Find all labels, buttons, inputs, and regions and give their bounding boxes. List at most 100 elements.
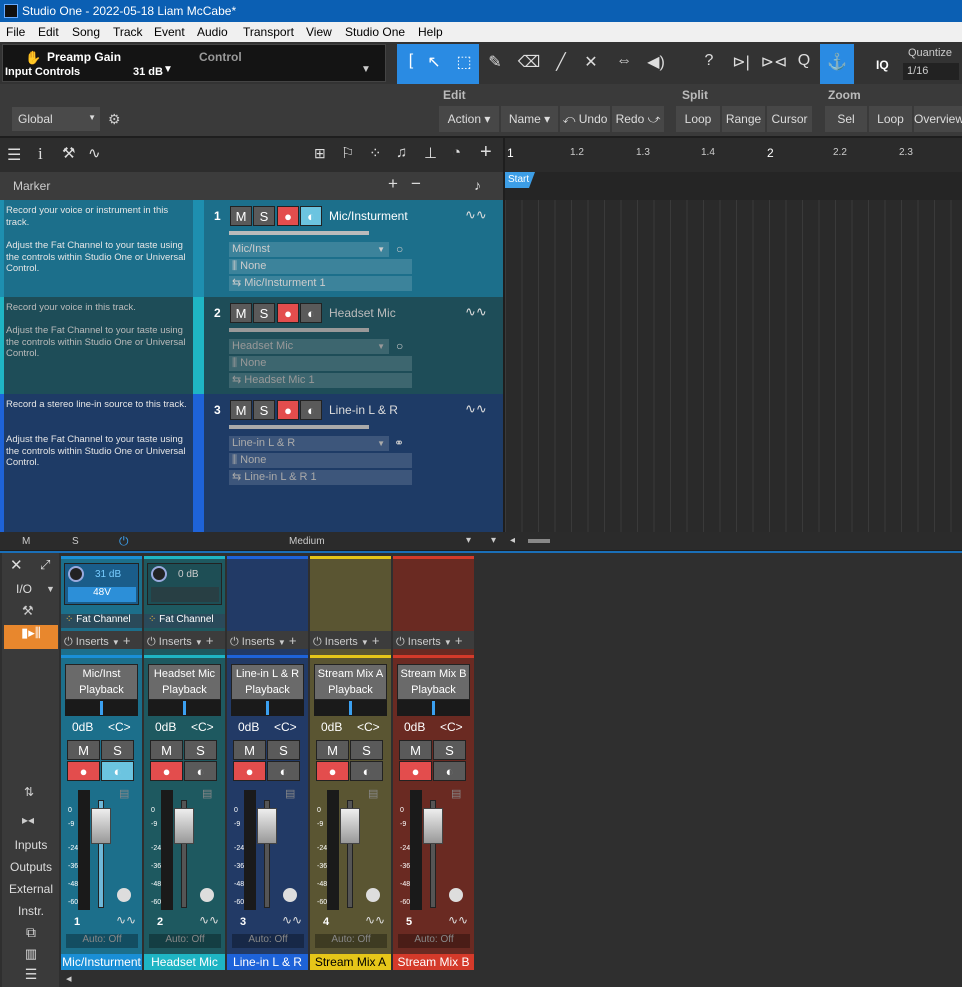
external-button[interactable]: External bbox=[4, 882, 58, 896]
input-state-icon[interactable]: ○ bbox=[396, 242, 403, 256]
menu-edit[interactable]: Edit bbox=[38, 25, 59, 39]
monitor-button[interactable]: ◐ bbox=[300, 303, 322, 323]
waveform-icon[interactable]: ∿∿ bbox=[199, 913, 219, 927]
channel-select[interactable]: ⇆ Headset Mic 1 bbox=[229, 373, 412, 388]
channel-name[interactable]: Stream Mix B bbox=[393, 954, 474, 970]
instr-button[interactable]: Instr. bbox=[4, 904, 58, 918]
monitor-button[interactable]: ◐ bbox=[350, 761, 383, 781]
output-button[interactable]: Mic/Inst Playback bbox=[65, 664, 138, 700]
mute-button[interactable]: M bbox=[233, 740, 266, 760]
volume-fader[interactable] bbox=[91, 808, 111, 844]
split-cursor-button[interactable]: Cursor bbox=[767, 106, 812, 132]
add-insert-icon[interactable]: + bbox=[289, 633, 297, 648]
link-icon[interactable]: ⚭ bbox=[394, 436, 404, 450]
input-select[interactable]: Headset Mic ▼ bbox=[229, 339, 389, 354]
solo-button[interactable]: S bbox=[184, 740, 217, 760]
zoom-sel-button[interactable]: Sel bbox=[825, 106, 867, 132]
solo-button[interactable]: S bbox=[253, 206, 275, 226]
split-tool-icon[interactable]: ⇔ bbox=[610, 52, 638, 70]
scroll-arrow-icon[interactable]: ◂ bbox=[510, 535, 515, 546]
remove-marker-icon[interactable]: − bbox=[411, 174, 421, 194]
undo-button[interactable]: ⤺ Undo bbox=[560, 106, 610, 132]
output-button[interactable]: Stream Mix A Playback bbox=[314, 664, 387, 700]
volume-readout[interactable]: 0dB bbox=[155, 720, 176, 734]
mute-tool-icon[interactable]: ✕ bbox=[577, 52, 605, 72]
arrow-updown-icon[interactable]: ⇅ bbox=[24, 785, 34, 799]
zoom-loop-button[interactable]: Loop bbox=[869, 106, 912, 132]
inserts-bar[interactable]: ⏻ Inserts ▼ + bbox=[227, 631, 308, 649]
scroll-left-icon[interactable]: ◂ bbox=[66, 972, 72, 985]
outputs-button[interactable]: Outputs bbox=[4, 860, 58, 874]
info-icon[interactable]: i bbox=[38, 144, 43, 164]
meter-mode-icon[interactable]: ▤ bbox=[451, 787, 461, 800]
close-icon[interactable]: ✕ bbox=[10, 556, 23, 574]
marker-lane[interactable]: Start bbox=[505, 172, 962, 200]
menu-icon[interactable]: ☰ bbox=[7, 145, 21, 165]
start-marker[interactable]: Start bbox=[505, 172, 535, 188]
add-insert-icon[interactable]: + bbox=[123, 633, 131, 648]
meter-mode-icon[interactable]: ▤ bbox=[202, 787, 212, 800]
channel-name[interactable]: Mic/Insturment bbox=[61, 954, 142, 970]
send-knob[interactable] bbox=[449, 888, 463, 902]
range-tool-icon[interactable]: ⬚ bbox=[450, 52, 478, 72]
solo-button[interactable]: S bbox=[253, 400, 275, 420]
phantom-power-button[interactable] bbox=[151, 587, 219, 602]
pan-readout[interactable]: <C> bbox=[108, 720, 131, 734]
waveform-icon[interactable]: ∿∿ bbox=[116, 913, 136, 927]
waveform-icon[interactable]: ∿∿ bbox=[465, 401, 487, 417]
split-loop-button[interactable]: Loop bbox=[676, 106, 720, 132]
arrow-tool-icon[interactable]: ↖ bbox=[420, 52, 448, 72]
param-value[interactable]: 31 dB bbox=[133, 66, 163, 78]
track-row[interactable]: Record your voice in this track. Adjust … bbox=[0, 297, 503, 394]
tempo-icon[interactable]: ⊥ bbox=[424, 144, 437, 162]
monitor-button[interactable]: ◐ bbox=[184, 761, 217, 781]
meter-mode-icon[interactable]: ▤ bbox=[285, 787, 295, 800]
menu-transport[interactable]: Transport bbox=[243, 25, 294, 39]
volume-readout[interactable]: 0dB bbox=[238, 720, 259, 734]
mute-button[interactable]: M bbox=[399, 740, 432, 760]
mute-button[interactable]: M bbox=[230, 303, 252, 323]
waveform-icon[interactable]: ∿∿ bbox=[465, 207, 487, 223]
automation-icon[interactable]: ∿ bbox=[88, 144, 101, 162]
global-mute-button[interactable]: M bbox=[22, 536, 30, 547]
volume-readout[interactable]: 0dB bbox=[72, 720, 93, 734]
monitor-button[interactable]: ◐ bbox=[300, 400, 322, 420]
scroll-left-icon[interactable]: ▾ bbox=[491, 535, 496, 546]
solo-button[interactable]: S bbox=[350, 740, 383, 760]
arrange-grid[interactable] bbox=[505, 200, 962, 532]
pan-readout[interactable]: <C> bbox=[357, 720, 380, 734]
track-color-bar[interactable] bbox=[193, 200, 204, 297]
fat-channel-button[interactable]: ⁘ Fat Channel bbox=[61, 614, 142, 628]
record-button[interactable]: ● bbox=[67, 761, 100, 781]
power-icon[interactable]: ⏻ bbox=[64, 636, 73, 648]
output-button[interactable]: Stream Mix B Playback bbox=[397, 664, 470, 700]
add-marker-icon[interactable]: + bbox=[388, 174, 398, 194]
monitor-button[interactable]: ◐ bbox=[433, 761, 466, 781]
music-note-icon[interactable]: ♪ bbox=[474, 177, 481, 193]
wrench-icon[interactable]: ⚒ bbox=[22, 603, 34, 619]
volume-bar[interactable] bbox=[229, 328, 369, 332]
volume-fader[interactable] bbox=[174, 808, 194, 844]
waveform-icon[interactable]: ∿∿ bbox=[465, 304, 487, 320]
volume-bar[interactable] bbox=[229, 425, 369, 429]
action-button[interactable]: Action ▾ bbox=[439, 106, 499, 132]
track-color-bar[interactable] bbox=[193, 297, 204, 394]
output-button[interactable]: Headset Mic Playback bbox=[148, 664, 221, 700]
automation-mode[interactable]: Auto: Off bbox=[232, 934, 304, 948]
power-icon[interactable]: ⏻ bbox=[147, 636, 156, 648]
record-button[interactable]: ● bbox=[277, 303, 299, 323]
io-label[interactable]: I/O bbox=[16, 582, 32, 596]
pan-slider[interactable] bbox=[148, 700, 221, 716]
volume-readout[interactable]: 0dB bbox=[321, 720, 342, 734]
pencil-tool-icon[interactable]: ✎ bbox=[481, 52, 509, 72]
menu-event[interactable]: Event bbox=[154, 25, 185, 39]
menu-song[interactable]: Song bbox=[72, 25, 100, 39]
list-icon[interactable]: ☰ bbox=[4, 966, 58, 983]
listen-tool-icon[interactable]: ◀) bbox=[642, 52, 670, 72]
menu-help[interactable]: Help bbox=[418, 25, 443, 39]
channel-select[interactable]: ⇆ Line-in L & R 1 bbox=[229, 470, 412, 485]
zoom-overview-button[interactable]: Overview bbox=[914, 106, 962, 132]
scrollbar-thumb[interactable] bbox=[528, 539, 550, 543]
track-name[interactable]: Mic/Insturment bbox=[329, 209, 408, 223]
stack-icon[interactable]: ⧉ bbox=[4, 924, 58, 941]
